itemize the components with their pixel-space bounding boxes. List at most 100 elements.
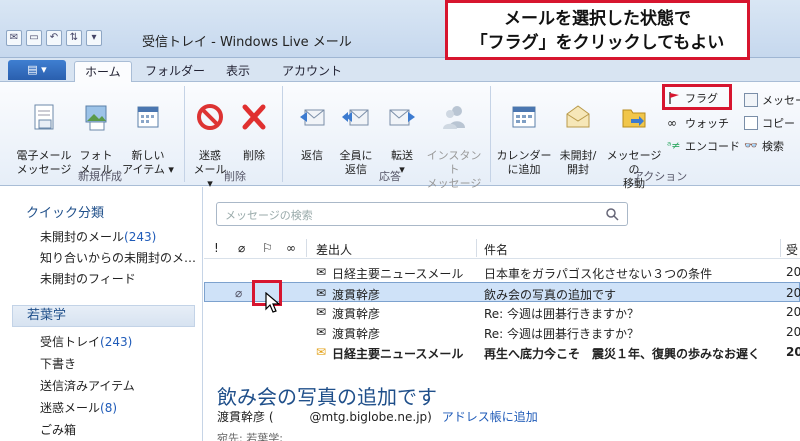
row-date: 20 bbox=[786, 265, 800, 279]
sidebar-item-trash[interactable]: ごみ箱 bbox=[0, 421, 200, 438]
row-date: 20 bbox=[786, 345, 800, 359]
search-box[interactable]: メッセージの検索 bbox=[216, 202, 628, 226]
sender-address: ( @mtg.biglobe.ne.jp) bbox=[268, 410, 432, 424]
add-to-contacts-link[interactable]: アドレス帳に追加 bbox=[442, 410, 538, 424]
email-message-button[interactable]: 電子メール メッセージ bbox=[14, 88, 74, 177]
file-menu-button[interactable]: ▤ ▾ bbox=[8, 60, 66, 80]
flag-highlight-box bbox=[662, 84, 732, 110]
table-row[interactable]: ✉ 渡貫幹彦 Re: 今週は囲碁行きますか？ 20 bbox=[204, 302, 800, 322]
copy-icon bbox=[744, 116, 758, 130]
preview-to: 宛先: 若葉学; bbox=[217, 432, 283, 441]
encoding-button[interactable]: ᵃ≠ エンコード bbox=[667, 138, 740, 154]
watch-column-header[interactable]: ∞ bbox=[286, 241, 296, 255]
junk-icon bbox=[197, 104, 223, 130]
encoding-icon: ᵃ≠ bbox=[667, 139, 681, 152]
account-header[interactable]: 若葉学 bbox=[12, 305, 195, 327]
folder-move-icon bbox=[622, 109, 646, 128]
table-row[interactable]: ✉ 日経主要ニュースメール 日本車をガラパゴス化させない３つの条件 20 bbox=[204, 262, 800, 282]
tab-home[interactable]: ホーム bbox=[74, 61, 132, 82]
copy-button[interactable]: コピー bbox=[744, 115, 795, 131]
row-subject: 日本車をガラパゴス化させない３つの条件 bbox=[484, 267, 713, 281]
customize-icon[interactable]: ▾ bbox=[86, 30, 102, 46]
attachment-column-header[interactable]: ⌀ bbox=[238, 241, 245, 255]
quick-access-toolbar: ✉ ▭ ↶ ⇅ ▾ bbox=[6, 30, 102, 46]
watch-button[interactable]: ∞ ウォッチ bbox=[667, 115, 729, 131]
date-column-header[interactable]: 受 bbox=[786, 241, 798, 258]
search-icon[interactable] bbox=[605, 207, 619, 221]
mouse-cursor-icon bbox=[265, 292, 281, 313]
table-row-selected[interactable]: ⌀ ✉ 渡貫幹彦 飲み会の写真の追加です 20 bbox=[204, 282, 800, 302]
reply-all-button[interactable]: 全員に 返信 bbox=[334, 88, 378, 177]
group-label-new: 新規作成 bbox=[78, 170, 122, 183]
flag-column-header[interactable]: ⚐ bbox=[262, 241, 273, 255]
calendar-icon bbox=[512, 106, 536, 128]
row-date: 20 bbox=[786, 305, 800, 319]
annotation-callout: メールを選択した状態で 「フラグ」をクリックしてもよい bbox=[445, 0, 750, 60]
calendar-new-icon bbox=[137, 106, 159, 128]
sidebar-item-inbox[interactable]: 受信トレイ(243) bbox=[0, 333, 200, 350]
annotation-line-1: メールを選択した状態で bbox=[504, 9, 691, 29]
sidebar-item-unread-feeds[interactable]: 未開封のフィード bbox=[0, 270, 200, 287]
new-item-button[interactable]: 新しい アイテム ▾ bbox=[120, 88, 176, 177]
new-icon[interactable]: ▭ bbox=[26, 30, 42, 46]
sidebar-item-sent[interactable]: 送信済みアイテム bbox=[0, 377, 200, 394]
importance-column-header[interactable]: ! bbox=[214, 241, 219, 255]
from-column-header[interactable]: 差出人 bbox=[316, 241, 352, 258]
row-subject: Re: 今週は囲碁行きますか？ bbox=[484, 307, 640, 321]
delete-button[interactable]: 削除 bbox=[236, 88, 272, 163]
column-divider bbox=[780, 239, 781, 257]
table-row-unread[interactable]: ✉ 日経主要ニュースメール 再生へ底力今こそ 震災１年、復興の歩みなお遅く 20 bbox=[204, 342, 800, 362]
read-envelope-icon: ✉ bbox=[316, 305, 327, 319]
sidebar-item-unread[interactable]: 未開封のメール(243) bbox=[0, 228, 200, 245]
message-list-header: ! ⌀ ⚐ ∞ 差出人 件名 受 bbox=[204, 237, 800, 259]
delete-x-icon bbox=[242, 104, 266, 130]
ribbon-separator bbox=[184, 86, 185, 182]
instant-message-button[interactable]: インスタント メッセージ bbox=[424, 88, 484, 191]
reply-button[interactable]: 返信 bbox=[292, 88, 332, 163]
preview-from: 渡貫幹彦 ( @mtg.biglobe.ne.jp) アドレス帳に追加 bbox=[217, 408, 538, 425]
quick-views-heading[interactable]: クイック分類 bbox=[0, 202, 104, 221]
sidebar-item-junk[interactable]: 迷惑メール(8) bbox=[0, 399, 200, 416]
search-button[interactable]: 👓 検索 bbox=[744, 138, 784, 154]
sidebar-item-drafts[interactable]: 下書き bbox=[0, 355, 200, 372]
tab-folder[interactable]: フォルダー bbox=[135, 61, 215, 82]
row-from: 日経主要ニュースメール bbox=[332, 267, 464, 281]
group-label-delete: 削除 bbox=[224, 170, 246, 183]
folder-pane: クイック分類 未開封のメール(243) 知り合いからの未開封のメ… 未開封のフィ… bbox=[0, 187, 203, 441]
unread-read-button[interactable]: 未開封/ 開封 bbox=[554, 88, 602, 177]
table-row[interactable]: ✉ 渡貫幹彦 Re: 今週は囲碁行きますか？ 20 bbox=[204, 322, 800, 342]
app-icon[interactable]: ✉ bbox=[6, 30, 22, 46]
ribbon-separator bbox=[282, 86, 283, 182]
ribbon-separator bbox=[490, 86, 491, 182]
search-input[interactable]: メッセージの検索 bbox=[225, 207, 313, 223]
send-receive-icon[interactable]: ⇅ bbox=[66, 30, 82, 46]
tab-view[interactable]: 表示 bbox=[216, 61, 260, 82]
photo-email-button[interactable]: フォト メール bbox=[76, 88, 116, 177]
reply-icon[interactable]: ↶ bbox=[46, 30, 62, 46]
column-divider bbox=[476, 239, 477, 257]
row-from: 渡貫幹彦 bbox=[332, 307, 381, 321]
row-subject: 飲み会の写真の追加です bbox=[484, 288, 617, 302]
window-title: 受信トレイ - Windows Live メール bbox=[142, 35, 352, 50]
row-from: 渡貫幹彦 bbox=[332, 288, 381, 302]
subject-column-header[interactable]: 件名 bbox=[484, 241, 508, 258]
forward-button[interactable]: 転送 ▾ bbox=[382, 88, 422, 177]
tab-account[interactable]: アカウント bbox=[272, 61, 352, 82]
unread-envelope-icon: ✉ bbox=[316, 345, 327, 359]
read-envelope-icon: ✉ bbox=[316, 265, 327, 279]
add-to-calendar-button[interactable]: カレンダー に追加 bbox=[496, 88, 552, 177]
row-from: 日経主要ニュースメール bbox=[332, 347, 464, 361]
photo-email-icon bbox=[85, 105, 107, 131]
row-date: 20 bbox=[786, 325, 800, 339]
message-button-cut[interactable]: メッセー bbox=[744, 92, 800, 108]
watch-glasses-icon: ∞ bbox=[667, 116, 677, 130]
message-icon bbox=[744, 93, 758, 107]
read-envelope-icon: ✉ bbox=[316, 286, 327, 300]
column-divider bbox=[306, 239, 307, 257]
attachment-icon: ⌀ bbox=[235, 286, 243, 300]
reply-all-envelope-icon bbox=[342, 109, 369, 126]
group-label-actions: アクション bbox=[632, 170, 688, 183]
sender-name: 渡貫幹彦 bbox=[217, 410, 266, 424]
sidebar-item-unread-contacts[interactable]: 知り合いからの未開封のメ… bbox=[0, 249, 200, 266]
binoculars-icon: 👓 bbox=[744, 139, 758, 152]
